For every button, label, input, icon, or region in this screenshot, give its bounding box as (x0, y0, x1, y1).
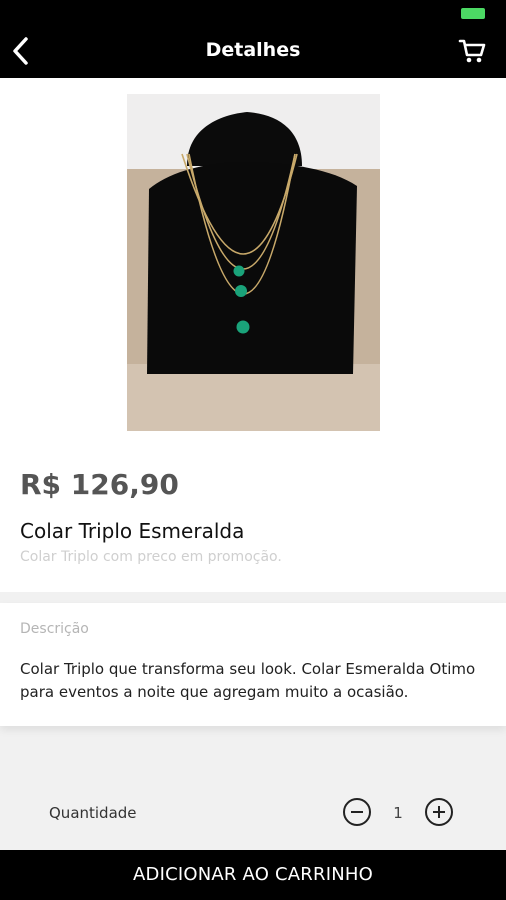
minus-icon (351, 811, 363, 813)
description-card: Descrição Colar Triplo que transforma se… (0, 603, 506, 726)
product-image (127, 94, 380, 431)
cart-icon[interactable] (458, 38, 486, 64)
description-label: Descrição (20, 621, 89, 637)
decrease-quantity-button[interactable] (343, 798, 371, 826)
add-to-cart-button[interactable]: ADICIONAR AO CARRINHO (0, 850, 506, 900)
increase-quantity-button[interactable] (425, 798, 453, 826)
page-title: Detalhes (205, 39, 301, 61)
quantity-label: Quantidade (49, 804, 137, 822)
app-header: Detalhes (0, 0, 506, 78)
description-text: Colar Triplo que transforma seu look. Co… (20, 660, 476, 701)
product-card: R$ 126,90 Colar Triplo Esmeralda Colar T… (0, 78, 506, 592)
plus-icon-vertical (438, 806, 440, 818)
necklace-photo (127, 94, 380, 431)
battery-icon (461, 8, 485, 19)
quantity-value: 1 (393, 804, 403, 822)
product-name: Colar Triplo Esmeralda (20, 519, 245, 543)
product-subtitle: Colar Triplo com preco em promoção. (20, 549, 282, 565)
product-price: R$ 126,90 (20, 468, 179, 501)
